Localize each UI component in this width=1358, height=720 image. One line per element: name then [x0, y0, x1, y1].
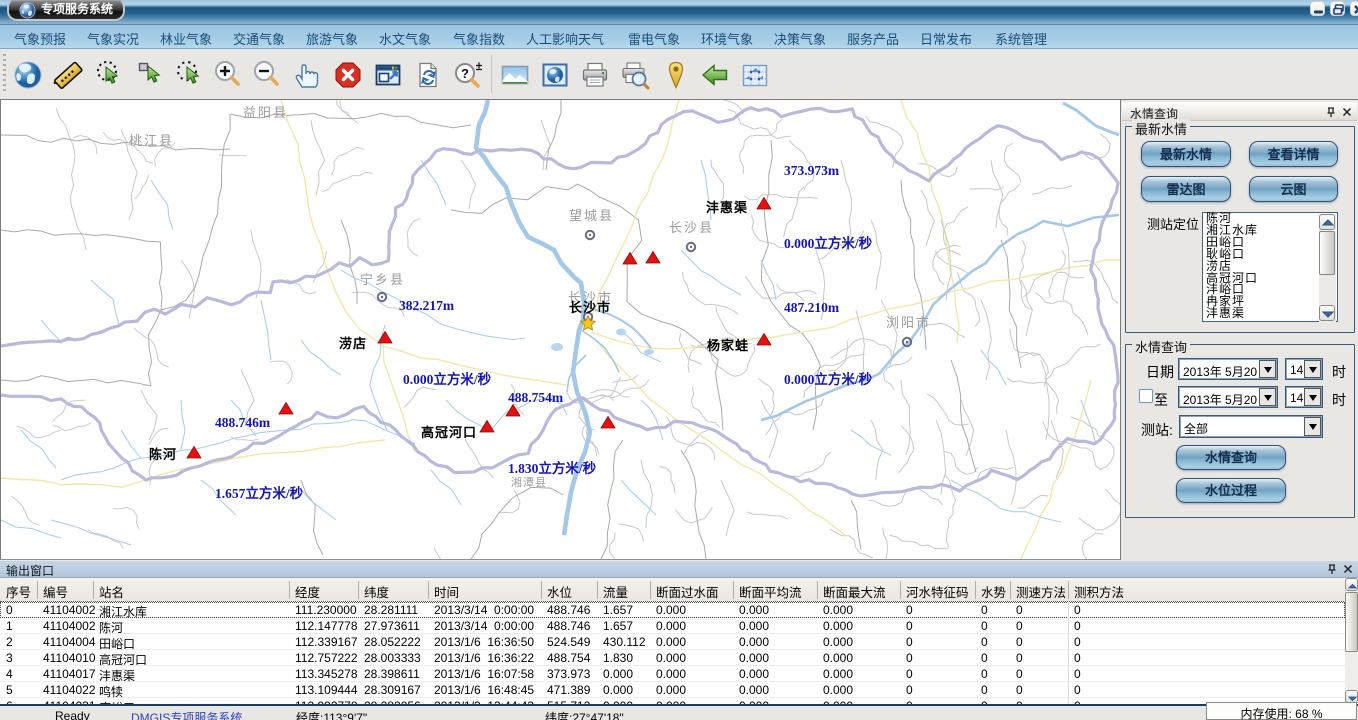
svg-text:1.657立方米/秒: 1.657立方米/秒: [215, 485, 304, 501]
svg-text:浏阳市: 浏阳市: [886, 315, 931, 330]
svg-text:湘潭县: 湘潭县: [511, 475, 547, 489]
svg-text:373.973m: 373.973m: [784, 163, 840, 178]
svg-text:桃江县: 桃江县: [129, 133, 174, 148]
svg-text:0.000立方米/秒: 0.000立方米/秒: [403, 371, 492, 387]
svg-text:长沙县: 长沙县: [669, 220, 714, 235]
svg-text:沣惠渠: 沣惠渠: [706, 200, 748, 215]
svg-text:487.210m: 487.210m: [784, 300, 840, 315]
svg-text:382.217m: 382.217m: [399, 298, 455, 313]
svg-text:陈河: 陈河: [149, 447, 177, 462]
svg-text:1.830立方米/秒: 1.830立方米/秒: [508, 460, 597, 476]
svg-text:宁乡县: 宁乡县: [360, 272, 405, 287]
svg-text:涝店: 涝店: [339, 336, 367, 351]
svg-text:488.746m: 488.746m: [215, 415, 271, 430]
svg-text:高冠河口: 高冠河口: [421, 425, 477, 440]
svg-text:?: ?: [461, 66, 469, 81]
svg-text:杨家蛙: 杨家蛙: [707, 338, 749, 353]
svg-text:0.000立方米/秒: 0.000立方米/秒: [784, 235, 873, 251]
svg-text:望城县: 望城县: [569, 208, 614, 223]
svg-text:488.754m: 488.754m: [508, 390, 564, 405]
svg-text:益阳县: 益阳县: [243, 105, 288, 120]
svg-text:0.000立方米/秒: 0.000立方米/秒: [784, 371, 873, 387]
svg-text:长沙市: 长沙市: [569, 300, 611, 315]
